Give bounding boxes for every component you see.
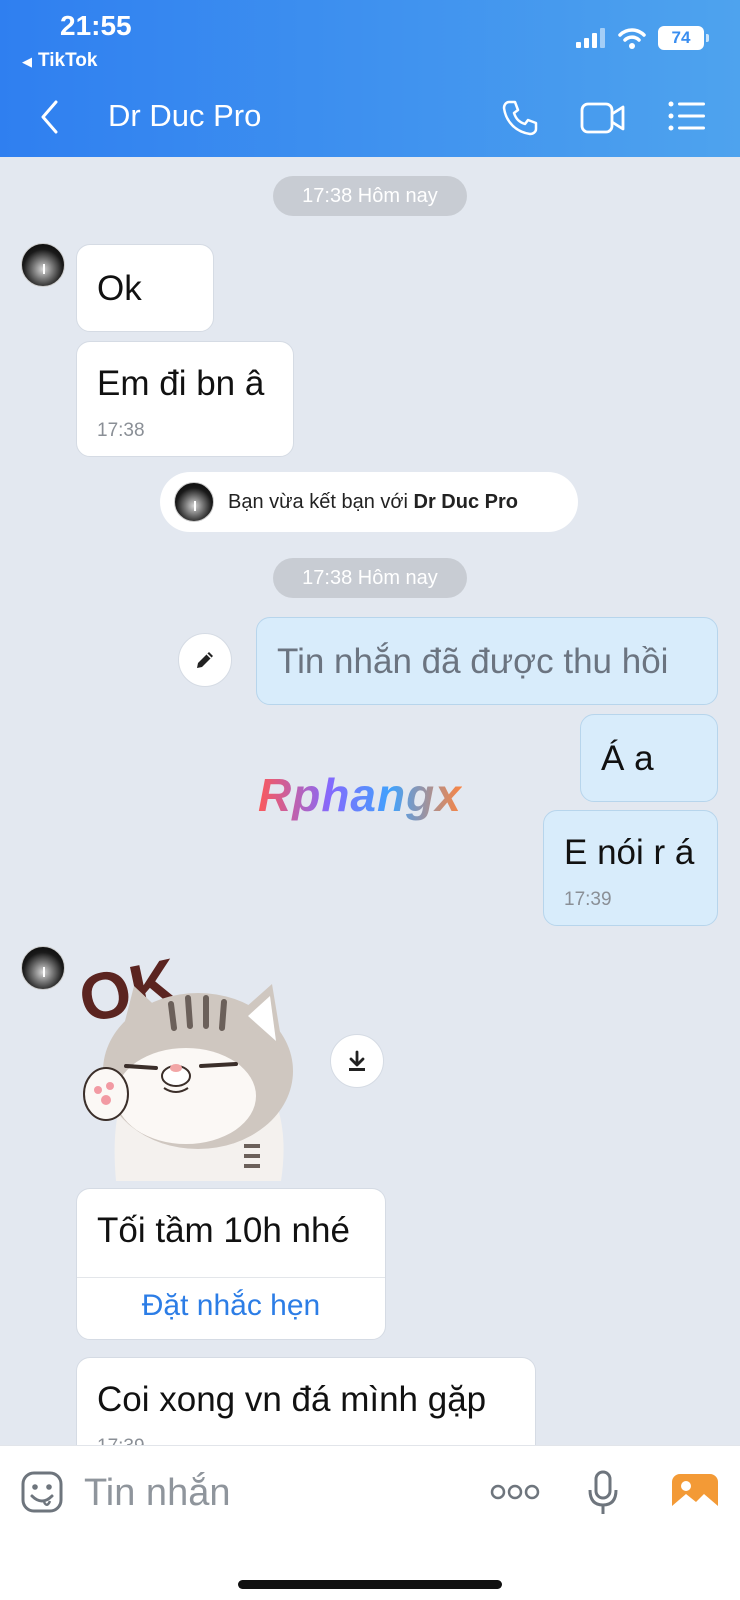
microphone-icon[interactable]: [586, 1470, 620, 1516]
notice-avatar: [174, 482, 214, 522]
message-bubble-received[interactable]: Ok: [76, 244, 214, 332]
message-text: Á a: [601, 739, 654, 778]
video-camera-icon[interactable]: [580, 100, 626, 136]
wifi-icon: [618, 28, 646, 49]
message-bubble-sent[interactable]: E nói r á 17:39: [543, 810, 718, 926]
message-bubble-with-reminder[interactable]: Tối tầm 10h nhé Đặt nhắc hẹn: [76, 1188, 386, 1340]
battery-indicator: 74: [658, 26, 709, 50]
contact-name[interactable]: Dr Duc Pro: [108, 98, 261, 134]
image-icon[interactable]: [672, 1474, 718, 1514]
cat-ok-sticker[interactable]: OK: [76, 946, 316, 1181]
message-text: Em đi bn â: [97, 364, 265, 403]
set-reminder-button[interactable]: Đặt nhắc hẹn: [77, 1289, 385, 1323]
contact-avatar[interactable]: [21, 243, 65, 287]
status-time: 21:55: [60, 10, 132, 41]
date-separator: 17:38 Hôm nay: [273, 558, 467, 598]
notice-contact-name: Dr Duc Pro: [413, 490, 518, 513]
pencil-icon: [197, 652, 213, 668]
watermark-logo: Rphangx: [258, 769, 462, 821]
back-to-app-link[interactable]: ◀ TikTok: [22, 50, 97, 72]
message-text: Ok: [97, 269, 142, 308]
message-text: Tối tầm 10h nhé: [97, 1211, 350, 1250]
download-icon: [349, 1050, 365, 1071]
back-triangle-icon: ◀: [22, 54, 32, 69]
recalled-message-text: Tin nhắn đã được thu hồi: [277, 642, 669, 681]
status-icons: 74: [576, 26, 709, 50]
message-bubble-recalled[interactable]: Tin nhắn đã được thu hồi: [256, 617, 718, 705]
message-time: 17:39: [564, 889, 612, 910]
message-bubble-received[interactable]: Em đi bn â 17:38: [76, 341, 294, 457]
chat-header: 21:55 ◀ TikTok 74 Dr Duc Pro: [0, 0, 740, 157]
message-text: E nói r á: [564, 833, 695, 872]
notice-text: Bạn vừa kết bạn với: [228, 490, 414, 513]
back-app-label: TikTok: [38, 50, 98, 71]
message-input[interactable]: Tin nhắn: [84, 1472, 230, 1515]
signal-icon: [576, 28, 605, 48]
list-menu-icon[interactable]: [668, 101, 706, 131]
message-bubble-sent[interactable]: Á a: [580, 714, 718, 802]
phone-icon[interactable]: [500, 98, 540, 138]
chevron-left-icon[interactable]: [38, 98, 62, 136]
download-button[interactable]: [330, 1034, 384, 1088]
card-divider: [77, 1277, 385, 1278]
edit-button[interactable]: [178, 633, 232, 687]
home-indicator: [238, 1580, 502, 1589]
friend-added-notice: Bạn vừa kết bạn với Dr Duc Pro: [160, 472, 578, 532]
message-time: 17:38: [97, 420, 145, 441]
message-text: Coi xong vn đá mình gặp: [97, 1380, 487, 1419]
date-separator: 17:38 Hôm nay: [273, 176, 467, 216]
contact-avatar[interactable]: [21, 946, 65, 990]
message-composer: Tin nhắn: [0, 1445, 740, 1600]
more-dots-icon[interactable]: [490, 1482, 540, 1502]
emoji-icon[interactable]: [20, 1470, 64, 1514]
